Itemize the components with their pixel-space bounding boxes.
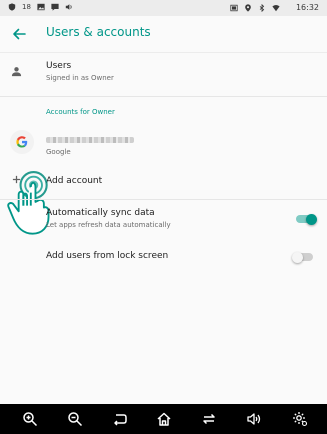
status-time: 16:32 (295, 3, 319, 12)
toggle-knob (306, 213, 317, 225)
google-account-row[interactable]: Google (0, 125, 327, 161)
divider (0, 96, 327, 97)
bluetooth-icon (259, 3, 265, 12)
shield-icon (8, 3, 16, 11)
divider (0, 199, 327, 200)
notification-count: 18 (22, 3, 31, 11)
app-bar: Users & accounts (0, 16, 327, 53)
status-bar: 18 16:32 (0, 0, 327, 16)
location-icon (245, 3, 251, 12)
image-icon (37, 3, 45, 11)
sync-toggle[interactable] (295, 213, 319, 225)
cast-icon (230, 4, 238, 11)
message-icon (51, 3, 59, 11)
toggle-knob (292, 251, 303, 263)
account-provider: Google (46, 148, 71, 156)
users-label: Users (46, 61, 72, 71)
sync-label: Automatically sync data (46, 208, 155, 218)
zoom-in-icon[interactable] (22, 411, 38, 427)
settings-icon[interactable] (292, 411, 308, 427)
wifi-icon (272, 4, 280, 11)
users-row[interactable]: Users Signed in as Owner (0, 53, 327, 91)
page-title: Users & accounts (46, 25, 151, 39)
lock-screen-users-label: Add users from lock screen (46, 251, 169, 261)
zoom-out-icon[interactable] (67, 411, 83, 427)
lock-screen-toggle[interactable] (292, 251, 316, 263)
person-icon (11, 67, 22, 77)
sound-icon (65, 4, 72, 10)
account-email-redacted (46, 137, 134, 143)
lock-screen-users-row[interactable]: Add users from lock screen (0, 243, 327, 271)
back-icon[interactable] (112, 411, 128, 427)
settings-screen: 18 16:32 Users & accounts Users Signed i… (0, 0, 327, 434)
back-arrow-icon[interactable] (10, 25, 28, 43)
recents-icon[interactable] (201, 411, 217, 427)
home-icon[interactable] (156, 411, 172, 427)
volume-icon[interactable] (246, 411, 262, 427)
section-header: Accounts for Owner (46, 108, 115, 116)
google-logo-icon (10, 130, 34, 154)
users-subtitle: Signed in as Owner (46, 74, 114, 82)
navigation-bar (0, 404, 327, 434)
sync-row[interactable]: Automatically sync data Let apps refresh… (0, 202, 327, 236)
sync-subtitle: Let apps refresh data automatically (46, 221, 171, 229)
